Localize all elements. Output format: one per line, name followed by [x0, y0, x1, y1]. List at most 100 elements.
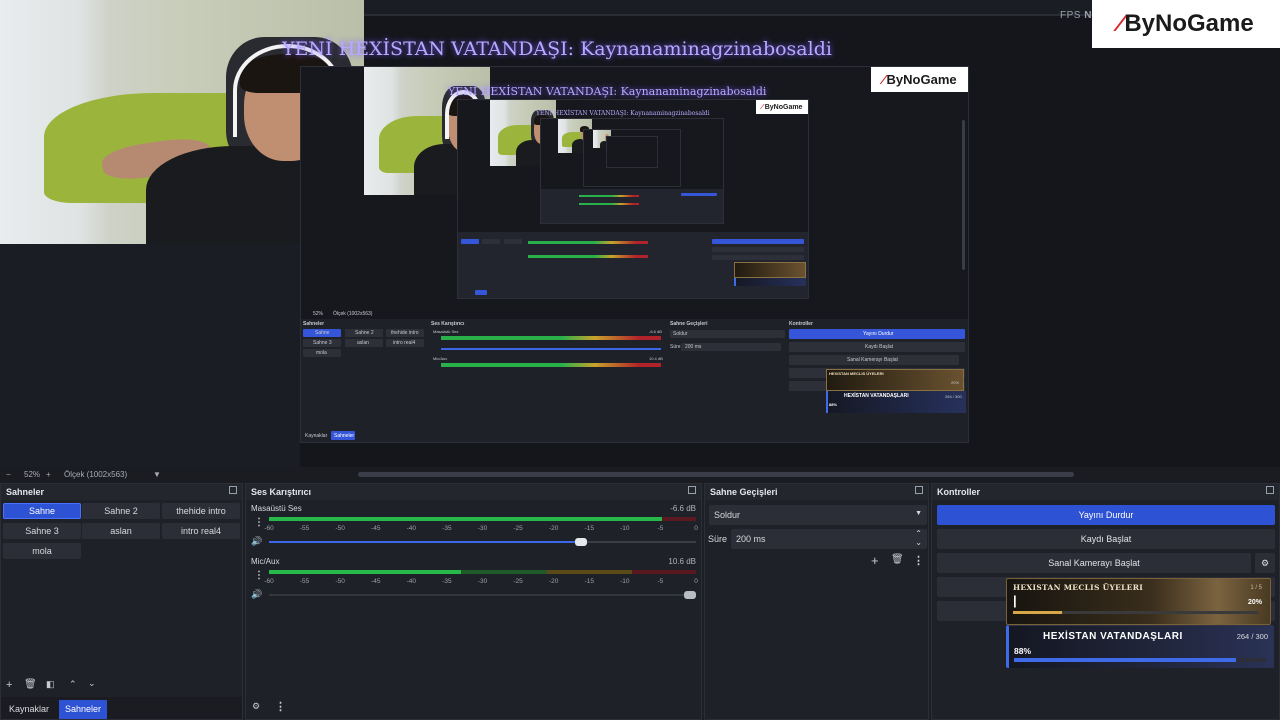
- track-db: 10.6 dB: [668, 557, 696, 566]
- mixer-menu-icon[interactable]: ⋮: [275, 700, 286, 713]
- nested-preview-3: [540, 118, 724, 224]
- meter-tick-label: -30: [477, 525, 488, 532]
- meter-tick-label: -10: [620, 525, 630, 532]
- nested-overlay-title-2: YENİ HEXİSTAN VATANDAŞI: Kaynanaminagzin…: [536, 110, 710, 117]
- track-name: Masaüstü Ses: [251, 504, 302, 513]
- meter-tick-label: -20: [548, 525, 559, 532]
- zoom-in-button[interactable]: +: [46, 470, 51, 479]
- preview-hscroll[interactable]: [358, 472, 1074, 477]
- dock-popout-icon[interactable]: [688, 486, 696, 494]
- level-meter: [269, 517, 696, 521]
- add-transition-icon[interactable]: +: [871, 553, 879, 568]
- hex-council-title: HEXISTAN MECLIS ÜYELERI: [1013, 583, 1144, 592]
- meter-tick-label: -55: [299, 525, 310, 532]
- meter-tick-label: -25: [513, 525, 523, 532]
- nested-preview-2: ⁄ ByNoGame YENİ HEXİSTAN VATANDAŞI: Kayna…: [457, 99, 809, 299]
- track-menu-icon[interactable]: ⋮: [254, 517, 264, 528]
- meter-tick-label: -55: [299, 578, 310, 585]
- meter-tick-label: -15: [584, 525, 594, 532]
- scale-select[interactable]: Ölçek (1002x563): [64, 470, 127, 479]
- meter-tick-label: -10: [620, 578, 630, 585]
- meter-tick-label: -15: [584, 578, 594, 585]
- tab-scenes[interactable]: Sahneler: [59, 700, 108, 719]
- nested-overlay-title: YENİ HEXİSTAN VATANDAŞI: Kaynanaminagzin…: [448, 85, 767, 98]
- controls-dock: Kontroller Yayını Durdur Kaydı Başlat Sa…: [931, 483, 1280, 720]
- stepper-icon[interactable]: ⌃ ⌄: [915, 529, 922, 547]
- overlay-title: YENİ HEXİSTAN VATANDAŞI: Kaynanaminagzin…: [282, 38, 832, 60]
- scenes-dock: Sahneler Sahne Sahne 2 thehide intro Sah…: [0, 483, 243, 720]
- hex-citizens-widget: HEXİSTAN VATANDAŞLARI 264 / 300 88%: [1006, 625, 1274, 668]
- meter-tick-label: -35: [442, 578, 452, 585]
- meter-ticks: -60 -55 -50 -45 -40 -35 -30 -25 -20 -15 -10 -5 0: [264, 525, 698, 533]
- meter-tick-label: -40: [406, 525, 417, 532]
- speaker-icon[interactable]: 🔊: [251, 536, 262, 547]
- mixer-dock-title: Ses Karıştırıcı: [251, 487, 312, 497]
- tab-sources[interactable]: Kaynaklar: [3, 700, 55, 719]
- hex-citizens-title: HEXİSTAN VATANDAŞLARI: [1043, 631, 1183, 642]
- advanced-audio-icon[interactable]: ⚙: [252, 701, 260, 712]
- hex-citizens-pct: 88%: [1014, 646, 1032, 656]
- dock-popout-icon[interactable]: [1266, 486, 1274, 494]
- meter-ticks: -60 -55 -50 -45 -40 -35 -30 -25 -20 -15 -10 -5 0: [264, 578, 698, 586]
- meter-tick-label: -50: [335, 578, 345, 585]
- hex-council-cursor: |: [1013, 593, 1017, 608]
- preview-canvas[interactable]: FPS N ⁄ ByNoGame YENİ HEXİSTAN VATANDAŞI:…: [0, 0, 1280, 467]
- dock-popout-icon[interactable]: [229, 486, 237, 494]
- controls-dock-title: Kontroller: [937, 487, 981, 497]
- meter-tick-label: -25: [513, 578, 523, 585]
- scene-item-aslan[interactable]: aslan: [82, 523, 160, 539]
- preview-statusbar: − 52% + Ölçek (1002x563) ▼: [0, 467, 1280, 483]
- volume-slider[interactable]: [269, 538, 696, 546]
- zoom-level: 52%: [24, 470, 41, 479]
- scale-dropdown-icon[interactable]: ▼: [153, 470, 161, 479]
- scene-filters-icon[interactable]: ◧: [46, 679, 55, 690]
- mixer-track-mic: Mic/Aux 10.6 dB ⋮ -60 -55 -50 -45 -40 -35 -30-…: [251, 557, 698, 601]
- duration-label: Süre: [708, 534, 728, 544]
- hex-council-pct: 20%: [1247, 599, 1262, 606]
- start-virtual-camera-button[interactable]: Sanal Kamerayı Başlat: [937, 553, 1251, 573]
- move-down-icon[interactable]: ⌄: [88, 678, 96, 689]
- add-scene-icon[interactable]: +: [6, 679, 12, 691]
- meter-tick-label: -20: [548, 578, 559, 585]
- meter-tick-label: -60: [264, 578, 274, 585]
- move-up-icon[interactable]: ⌃: [69, 679, 77, 690]
- transition-menu-icon[interactable]: ⋮: [913, 554, 924, 567]
- delete-transition-icon[interactable]: 🗑: [891, 554, 904, 565]
- scene-item-sahne-2[interactable]: Sahne 2: [82, 503, 160, 519]
- meter-tick-label: -50: [335, 525, 345, 532]
- mixer-track-desktop: Masaüstü Ses -6.6 dB ⋮ -60 -55 -50 -45 -40 -3…: [251, 504, 698, 548]
- transitions-dock: Sahne Geçişleri Soldur ▼ Süre 200 ms ⌃ ⌄ …: [704, 483, 929, 720]
- preview-vscroll[interactable]: [962, 120, 965, 270]
- transition-select[interactable]: Soldur ▼: [709, 505, 927, 525]
- delete-scene-icon[interactable]: 🗑: [24, 679, 37, 690]
- audio-mixer-dock: Ses Karıştırıcı Masaüstü Ses -6.6 dB ⋮ -…: [245, 483, 702, 720]
- gear-icon[interactable]: ⚙: [1255, 553, 1275, 573]
- meter-tick-label: -35: [442, 525, 452, 532]
- scene-item-thehide-intro[interactable]: thehide intro: [162, 503, 240, 519]
- scene-item-intro-real4[interactable]: intro real4: [162, 523, 240, 539]
- dock-popout-icon[interactable]: [915, 486, 923, 494]
- scene-item-mola[interactable]: mola: [3, 543, 81, 559]
- nested-preview-1: ⁄ ByNoGame YENİ HEXİSTAN VATANDAŞI: Kayna…: [300, 66, 969, 443]
- fps-label: FPS N: [1060, 10, 1092, 21]
- meter-tick-label: 0: [694, 525, 698, 532]
- duration-input[interactable]: 200 ms ⌃ ⌄: [731, 529, 927, 549]
- scene-item-sahne[interactable]: Sahne: [3, 503, 81, 519]
- meter-tick-label: -30: [477, 578, 488, 585]
- scenes-dock-title: Sahneler: [6, 487, 45, 497]
- track-name: Mic/Aux: [251, 557, 280, 566]
- hex-council-progress: [1013, 611, 1258, 614]
- start-recording-button[interactable]: Kaydı Başlat: [937, 529, 1275, 549]
- stop-streaming-button[interactable]: Yayını Durdur: [937, 505, 1275, 525]
- bynogame-mark-icon: ⁄: [1118, 10, 1123, 37]
- meter-tick-label: -60: [264, 525, 274, 532]
- track-db: -6.6 dB: [670, 504, 696, 513]
- meter-tick-label: -40: [406, 578, 417, 585]
- scene-item-sahne-3[interactable]: Sahne 3: [3, 523, 81, 539]
- track-menu-icon[interactable]: ⋮: [254, 570, 264, 581]
- zoom-out-button[interactable]: −: [6, 470, 11, 479]
- speaker-icon[interactable]: 🔊: [251, 589, 262, 600]
- volume-slider[interactable]: [269, 591, 696, 599]
- nested-logo-2: ⁄ ByNoGame: [756, 100, 808, 114]
- nested-logo: ⁄ ByNoGame: [871, 67, 968, 92]
